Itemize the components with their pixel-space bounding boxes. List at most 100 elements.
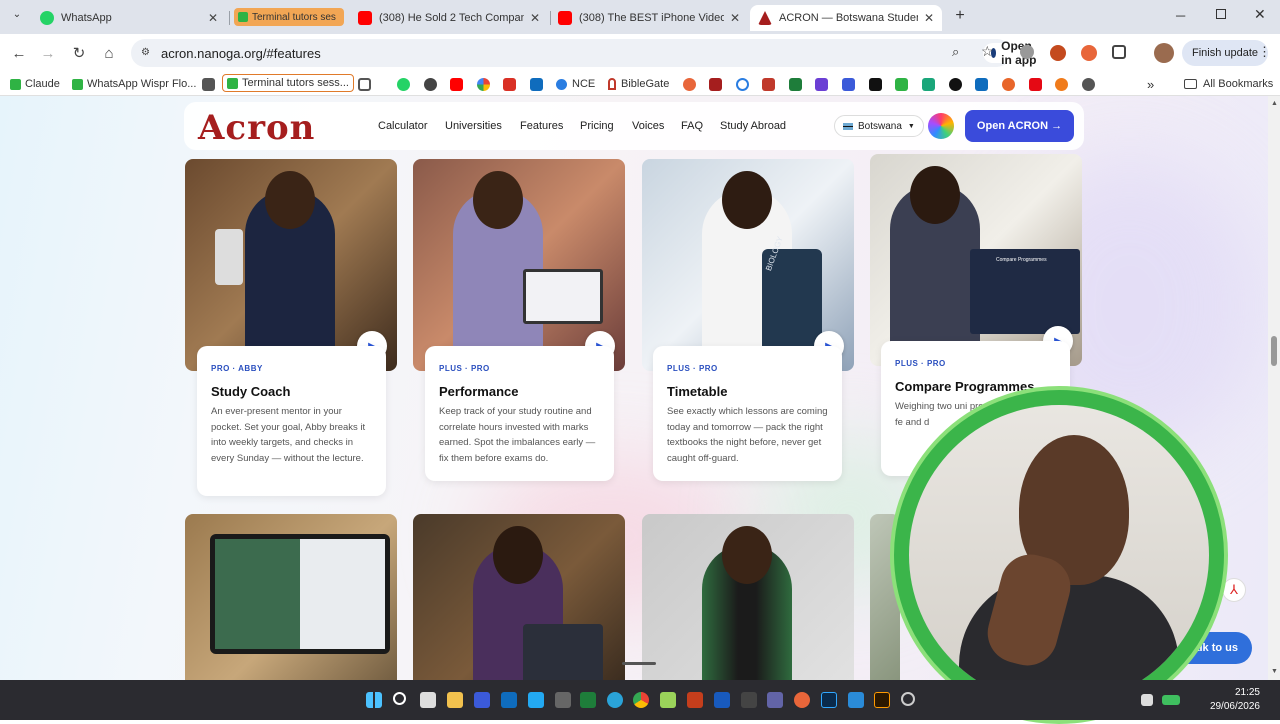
scroll-up-icon[interactable]: ▲ (1271, 100, 1278, 107)
nav-pricing[interactable]: Pricing (580, 120, 614, 132)
nav-voices[interactable]: Voices (632, 120, 664, 132)
nav-universities[interactable]: Universities (445, 120, 502, 132)
bookmark-whatsapp-wispr[interactable]: WhatsApp Wispr Flo... (72, 76, 196, 92)
nav-study-abroad[interactable]: Study Abroad (720, 120, 786, 132)
check-icon[interactable] (842, 78, 855, 91)
all-bookmarks[interactable]: All Bookmarks (1184, 76, 1273, 92)
profile-avatar[interactable] (1154, 43, 1174, 63)
tab-youtube-2[interactable]: (308) The BEST iPhone Video Se ✕ (550, 5, 748, 31)
close-icon[interactable]: ✕ (530, 11, 540, 25)
app-icon[interactable] (555, 692, 571, 708)
bookmark-star-icon[interactable]: ☆ (981, 43, 994, 60)
telegram-icon[interactable] (607, 692, 623, 708)
open-acron-button[interactable]: Open ACRON → (965, 110, 1074, 142)
finish-update-button[interactable]: Finish update (1182, 40, 1269, 66)
tab-acron[interactable]: ACRON — Botswana Student P ✕ (750, 5, 942, 31)
leaf-icon[interactable] (922, 78, 935, 91)
chrome-icon[interactable] (633, 692, 649, 708)
teams-icon[interactable] (767, 692, 783, 708)
menu-icon[interactable]: ⋮ (1258, 44, 1271, 60)
sun-extension-icon[interactable] (1081, 45, 1097, 61)
close-icon[interactable]: ✕ (924, 11, 934, 25)
tab-search-button[interactable]: ⌄ (8, 9, 26, 25)
address-bar[interactable]: ⚙ acron.nanoga.org/#features Open in app… (131, 39, 1045, 67)
notepad-icon[interactable] (660, 692, 676, 708)
battery-icon[interactable] (1162, 695, 1180, 705)
word-icon[interactable] (714, 692, 730, 708)
up-icon[interactable] (949, 78, 962, 91)
windows-start-icon[interactable] (366, 692, 382, 708)
app-icon[interactable] (848, 692, 864, 708)
taskbar-clock[interactable]: 21:25 29/06/2026 (1200, 686, 1260, 714)
bookmarks-overflow-button[interactable]: » (1147, 76, 1154, 92)
back-arrow-icon[interactable]: ← (8, 42, 30, 64)
outlook-icon[interactable] (530, 78, 543, 91)
youtube-icon[interactable] (450, 78, 463, 91)
gmail-icon[interactable] (503, 78, 516, 91)
tab-youtube-1[interactable]: (308) He Sold 2 Tech Companie ✕ (350, 5, 548, 31)
forward-arrow-icon[interactable]: → (37, 42, 59, 64)
page-scrollbar[interactable]: ▲ ▼ (1268, 96, 1280, 680)
search-icon[interactable] (393, 692, 406, 705)
task-view-icon[interactable] (420, 692, 436, 708)
google-icon[interactable] (477, 78, 490, 91)
sun-app-icon[interactable] (794, 692, 810, 708)
assistant-orb-icon[interactable] (928, 113, 954, 139)
restore-icon[interactable] (1216, 9, 1226, 19)
pen-icon[interactable] (709, 78, 722, 91)
close-window-icon[interactable]: ✕ (1254, 6, 1266, 23)
file-explorer-icon[interactable] (447, 692, 463, 708)
chatgpt-icon[interactable] (424, 78, 437, 91)
bookmark-nce[interactable]: NCE (556, 76, 595, 92)
zoom-icon[interactable]: ⌕ (952, 44, 959, 60)
minimize-icon[interactable]: ─ (1176, 8, 1185, 23)
translate-icon[interactable] (1020, 45, 1034, 59)
terminal-icon[interactable] (474, 692, 490, 708)
close-icon[interactable]: ✕ (730, 11, 740, 25)
bookmark-biblegate[interactable]: BibleGate (608, 76, 669, 92)
puzzle-icon[interactable] (1112, 45, 1126, 59)
c-icon[interactable] (1002, 78, 1015, 91)
target-icon[interactable] (736, 78, 749, 91)
volume-icon[interactable] (1141, 694, 1153, 706)
sun-icon[interactable] (683, 78, 696, 91)
powerpoint-icon[interactable] (687, 692, 703, 708)
scrollbar-thumb[interactable] (1271, 336, 1277, 366)
home-icon[interactable]: ⌂ (98, 42, 120, 64)
arrow-icon[interactable] (975, 78, 988, 91)
site-info-icon[interactable]: ⚙ (141, 47, 150, 58)
acron-logo[interactable]: Acron (198, 108, 315, 148)
reload-icon[interactable]: ↻ (68, 42, 90, 64)
whatsapp-icon[interactable] (397, 78, 410, 91)
bookmark-claude[interactable]: Claude (10, 76, 60, 92)
extension-icon[interactable] (1050, 45, 1066, 61)
nav-features[interactable]: Features (520, 120, 563, 132)
grid-icon[interactable] (815, 78, 828, 91)
flame-icon[interactable] (1055, 78, 1068, 91)
webcam-overlay (890, 386, 1228, 724)
bookmark-terminal-tutors[interactable]: Terminal tutors sess... (222, 74, 354, 92)
close-icon[interactable]: ✕ (208, 11, 218, 25)
excel-icon[interactable] (580, 692, 596, 708)
vscode-icon[interactable] (528, 692, 544, 708)
chart-icon[interactable] (789, 78, 802, 91)
photoshop-icon[interactable] (821, 692, 837, 708)
new-tab-button[interactable]: + (950, 7, 970, 27)
globe-icon[interactable] (1082, 78, 1095, 91)
outlook-icon[interactable] (501, 692, 517, 708)
tab-whatsapp[interactable]: WhatsApp ✕ (32, 5, 226, 31)
pen-icon[interactable] (741, 692, 757, 708)
country-selector[interactable]: Botswana ▼ (834, 115, 924, 137)
scroll-down-icon[interactable]: ▼ (1271, 668, 1278, 675)
nav-calculator[interactable]: Calculator (378, 120, 428, 132)
illustrator-icon[interactable] (874, 692, 890, 708)
k-icon[interactable] (869, 78, 882, 91)
plus-icon[interactable] (895, 78, 908, 91)
nav-faq[interactable]: FAQ (681, 120, 703, 132)
apps-grid-icon[interactable] (358, 78, 371, 91)
bookmark-icon[interactable] (202, 78, 215, 91)
gem-icon[interactable] (762, 78, 775, 91)
settings-icon[interactable] (901, 692, 915, 706)
tab-group-terminal-tutors[interactable]: Terminal tutors ses (234, 8, 344, 26)
netflix-icon[interactable] (1029, 78, 1042, 91)
